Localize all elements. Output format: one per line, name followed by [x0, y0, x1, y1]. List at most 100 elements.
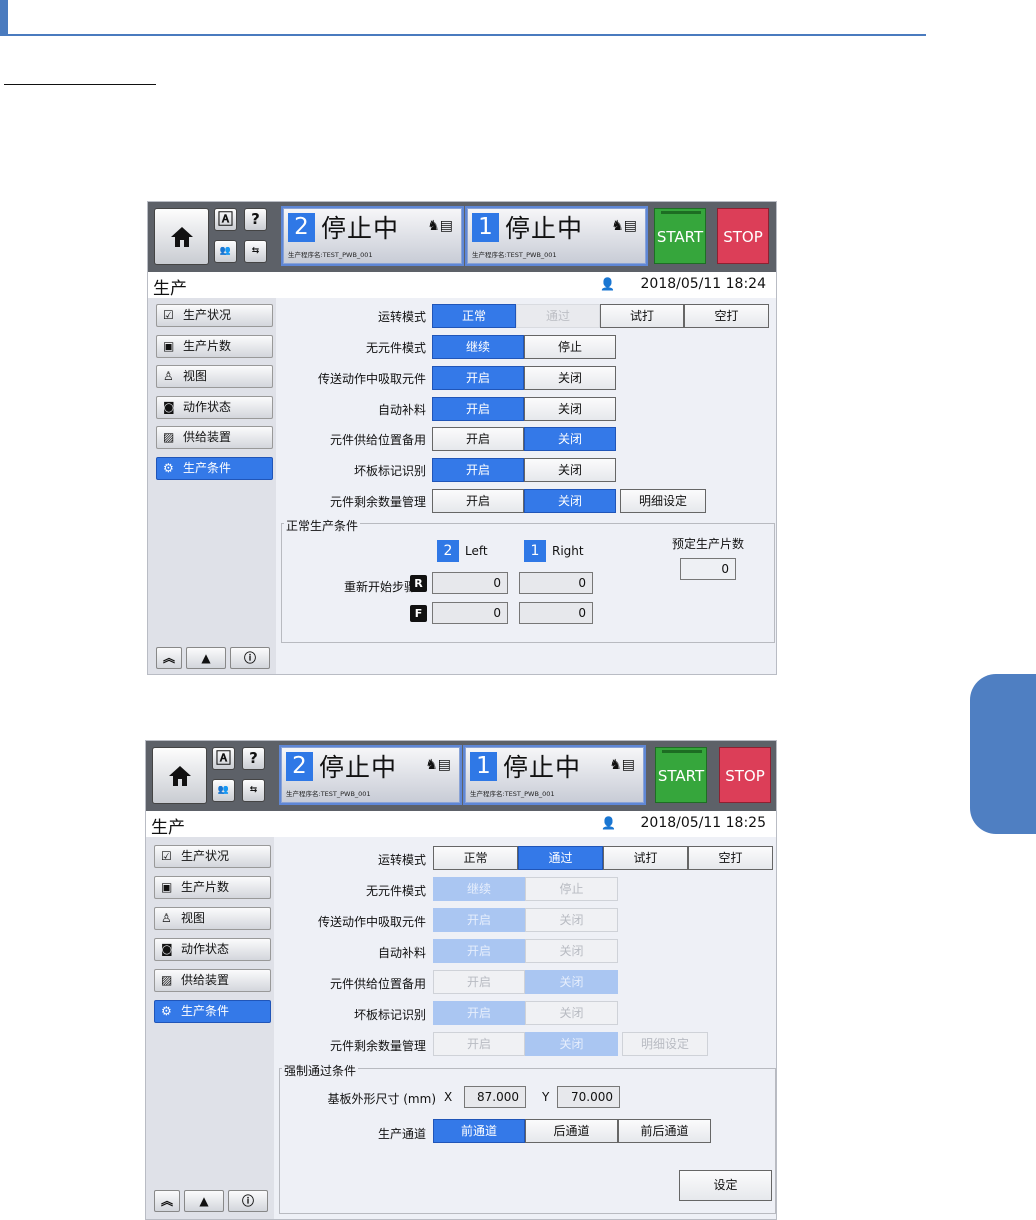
sidebar-item-status[interactable]: ☑ 生产状况	[154, 845, 271, 868]
backup-on[interactable]: 开启	[432, 427, 524, 451]
badmark-on[interactable]: 开启	[432, 458, 524, 482]
group-title: 强制通过条件	[282, 1062, 359, 1079]
board-x-field[interactable]: 87.000	[464, 1086, 526, 1108]
mode-trial[interactable]: 试打	[600, 304, 684, 328]
y-label: Y	[542, 1090, 550, 1104]
mode-pass[interactable]: 通过	[518, 846, 603, 870]
refill-off[interactable]: 关闭	[525, 939, 618, 963]
lane-2-status[interactable]: 2 停止中 ♞▤ 生产程序名:TEST_PWB_001	[281, 747, 460, 803]
sidebar-item-feeder[interactable]: ▨ 供给装置	[156, 426, 273, 449]
program-name: 生产程序名:TEST_PWB_001	[472, 251, 557, 259]
set-button[interactable]: 设定	[679, 1170, 772, 1201]
lane-both[interactable]: 前后通道	[618, 1119, 711, 1143]
refill-on[interactable]: 开启	[433, 939, 525, 963]
lane-status-text: 停止中	[503, 753, 582, 782]
restart-r-left[interactable]: 0	[432, 572, 508, 594]
network-icon[interactable]: ⇆	[244, 240, 267, 263]
badmark-off[interactable]: 关闭	[525, 1001, 618, 1025]
lane-2-status[interactable]: 2 停止中 ♞▤ 生产程序名:TEST_PWB_001	[283, 208, 462, 264]
help-icon[interactable]: ?	[242, 747, 265, 770]
restart-r-right[interactable]: 0	[519, 572, 593, 594]
refill-on[interactable]: 开启	[432, 397, 524, 421]
mode-normal[interactable]: 正常	[433, 846, 518, 870]
info-icon[interactable]: ⓘ	[228, 1190, 268, 1212]
start-button[interactable]: START	[654, 208, 706, 264]
pickup-on[interactable]: 开启	[432, 366, 524, 390]
lane-front[interactable]: 前通道	[433, 1119, 525, 1143]
backup-on[interactable]: 开启	[433, 970, 525, 994]
lane-number: 1	[470, 752, 497, 781]
machine-header: 🄰 ? 👥 ⇆ 2 停止中 ♞▤ 生产程序名:TEST_PWB_001 1 停止…	[148, 202, 776, 272]
no-part-stop[interactable]: 停止	[525, 877, 618, 901]
badmark-on[interactable]: 开启	[433, 1001, 525, 1025]
pickup-off[interactable]: 关闭	[525, 908, 618, 932]
sidebar: ☑ 生产状况 ▣ 生产片数 ♙ 视图 ◙ 动作状态 ▨ 供给装置 ⚙ 生产条件 ︽ ▲ ⓘ	[148, 298, 276, 674]
pickup-off[interactable]: 关闭	[524, 366, 616, 390]
sidebar-item-count[interactable]: ▣ 生产片数	[154, 876, 271, 899]
planned-count-field[interactable]: 0	[680, 558, 736, 580]
sidebar-item-view[interactable]: ♙ 视图	[154, 907, 271, 930]
pickup-on[interactable]: 开启	[433, 908, 525, 932]
sidebar-item-status[interactable]: ☑ 生产状况	[156, 304, 273, 327]
warning-icon[interactable]: ▲	[184, 1190, 224, 1212]
sidebar-item-view[interactable]: ♙ 视图	[156, 365, 273, 388]
detail-settings-button[interactable]: 明细设定	[622, 1032, 708, 1056]
sidebar-item-conditions[interactable]: ⚙ 生产条件	[154, 1000, 271, 1023]
board-y-field[interactable]: 70.000	[557, 1086, 620, 1108]
stop-button[interactable]: STOP	[719, 747, 771, 803]
info-icon[interactable]: ⓘ	[230, 647, 270, 669]
stop-button[interactable]: STOP	[717, 208, 769, 264]
refill-off[interactable]: 关闭	[524, 397, 616, 421]
lane-1-status[interactable]: 1 停止中 ♞▤ 生产程序名:TEST_PWB_001	[465, 747, 644, 803]
scroll-top-icon[interactable]: ︽	[154, 1190, 180, 1212]
restart-f-right[interactable]: 0	[519, 602, 593, 624]
backup-off[interactable]: 关闭	[524, 427, 616, 451]
remain-off[interactable]: 关闭	[524, 489, 616, 513]
language-icon[interactable]: 🄰	[214, 208, 237, 231]
restart-f-left[interactable]: 0	[432, 602, 508, 624]
lane-1-status[interactable]: 1 停止中 ♞▤ 生产程序名:TEST_PWB_001	[467, 208, 646, 264]
no-part-continue[interactable]: 继续	[433, 877, 525, 901]
sidebar-item-motion[interactable]: ◙ 动作状态	[154, 938, 271, 961]
scroll-top-icon[interactable]: ︽	[156, 647, 182, 669]
users-icon[interactable]: 👥	[214, 240, 237, 263]
lane-2-tag: 2	[437, 540, 459, 562]
warning-icon[interactable]: ▲	[186, 647, 226, 669]
user-key-icon: 👤	[601, 816, 616, 830]
view-icon: ♙	[161, 911, 172, 925]
home-button[interactable]	[152, 747, 207, 804]
users-icon[interactable]: 👥	[212, 779, 235, 802]
sidebar: ☑ 生产状况 ▣ 生产片数 ♙ 视图 ◙ 动作状态 ▨ 供给装置 ⚙ 生产条件 ︽ ▲ ⓘ	[146, 837, 274, 1219]
home-icon	[169, 766, 191, 786]
datetime: 2018/05/11 18:25	[640, 815, 767, 831]
badmark-off[interactable]: 关闭	[524, 458, 616, 482]
network-icon[interactable]: ⇆	[242, 779, 265, 802]
mode-pass[interactable]: 通过	[516, 304, 600, 328]
sidebar-item-conditions[interactable]: ⚙ 生产条件	[156, 457, 273, 480]
detail-settings-button[interactable]: 明细设定	[620, 489, 706, 513]
lane-rear[interactable]: 后通道	[525, 1119, 618, 1143]
language-icon[interactable]: 🄰	[212, 747, 235, 770]
start-button[interactable]: START	[655, 747, 707, 803]
feeder-icon: ▨	[163, 430, 175, 444]
remain-on[interactable]: 开启	[433, 1032, 525, 1056]
no-part-continue[interactable]: 继续	[432, 335, 524, 359]
mode-trial[interactable]: 试打	[603, 846, 688, 870]
rear-icon: R	[410, 575, 427, 592]
remain-off[interactable]: 关闭	[525, 1032, 618, 1056]
mode-dry[interactable]: 空打	[688, 846, 773, 870]
sidebar-item-feeder[interactable]: ▨ 供给装置	[154, 969, 271, 992]
program-name: 生产程序名:TEST_PWB_001	[470, 790, 555, 798]
backup-off[interactable]: 关闭	[525, 970, 618, 994]
remain-on[interactable]: 开启	[432, 489, 524, 513]
no-part-stop[interactable]: 停止	[524, 335, 616, 359]
sidebar-item-count[interactable]: ▣ 生产片数	[156, 335, 273, 358]
sidebar-item-motion[interactable]: ◙ 动作状态	[156, 396, 273, 419]
mode-dry[interactable]: 空打	[684, 304, 769, 328]
help-icon[interactable]: ?	[244, 208, 267, 231]
badmark-label: 坏板标记识别	[353, 464, 426, 478]
home-button[interactable]	[154, 208, 209, 265]
mode-normal[interactable]: 正常	[432, 304, 516, 328]
header-accent-mark	[0, 0, 8, 36]
remain-label: 元件剩余数量管理	[329, 495, 426, 509]
